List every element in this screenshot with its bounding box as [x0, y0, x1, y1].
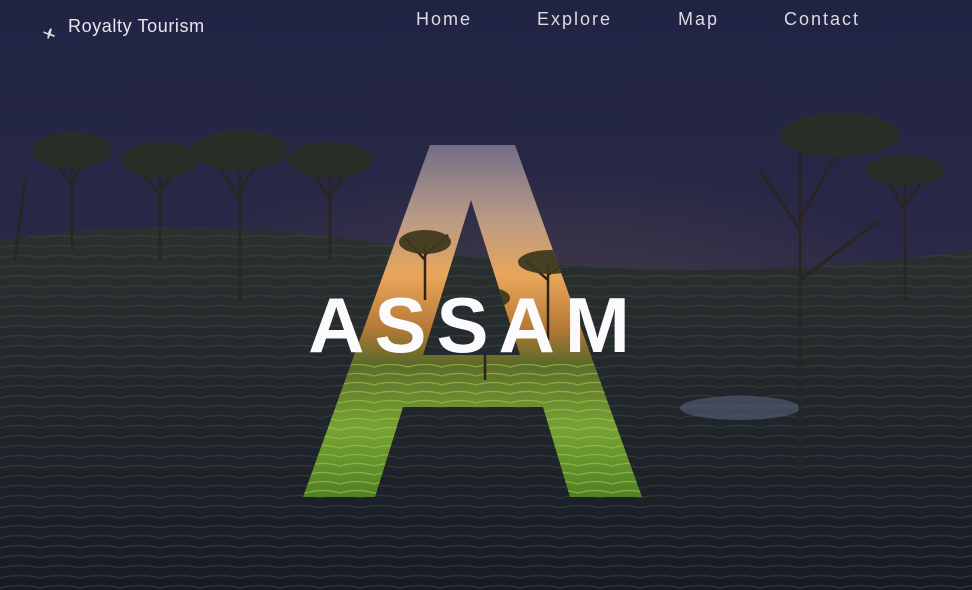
nav-contact[interactable]: Contact: [784, 9, 860, 30]
hero-title: ASSAM: [308, 281, 640, 369]
nav-home[interactable]: Home: [416, 9, 472, 30]
main-navigation: Home Explore Map Contact: [0, 9, 972, 29]
nav-explore[interactable]: Explore: [537, 9, 612, 30]
nav-map[interactable]: Map: [678, 9, 719, 30]
